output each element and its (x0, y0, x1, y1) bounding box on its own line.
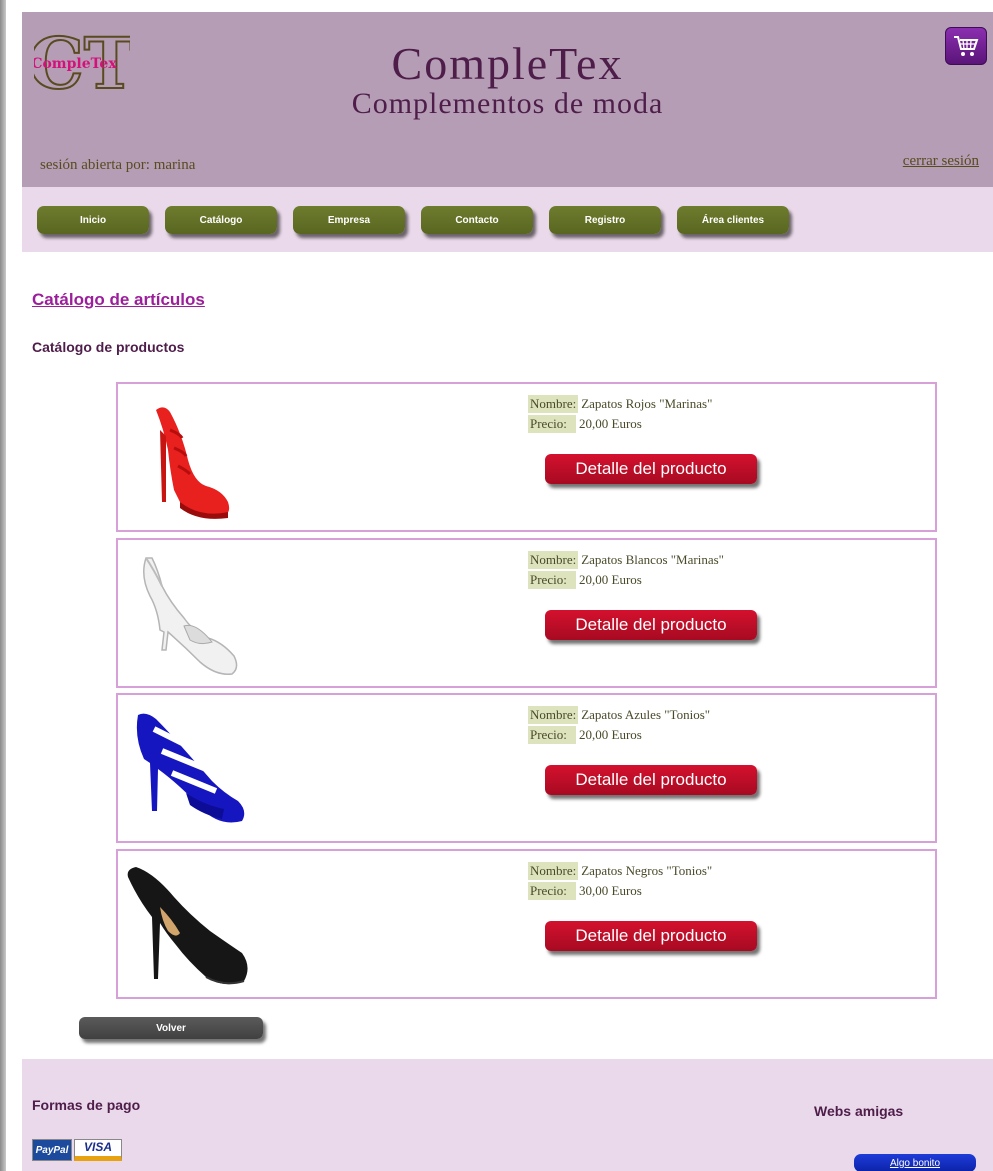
product-card: Nombre: Zapatos Rojos "Marinas" Precio: … (116, 382, 937, 532)
nav-registro[interactable]: Registro (549, 206, 661, 234)
name-label: Nombre: (528, 862, 579, 880)
back-button[interactable]: Volver (79, 1017, 263, 1039)
nav-catalogo[interactable]: Catálogo (165, 206, 277, 234)
section-title: Catálogo de productos (32, 339, 185, 355)
product-name: Zapatos Rojos "Marinas" (581, 396, 713, 411)
site-header: CT CompleTex CompleTex Complementos de m… (22, 12, 993, 187)
main-nav: Inicio Catálogo Empresa Contacto Registr… (22, 187, 993, 252)
visa-icon: VISA (74, 1139, 122, 1161)
nav-inicio[interactable]: Inicio (37, 206, 149, 234)
nav-contacto[interactable]: Contacto (421, 206, 533, 234)
page: CT CompleTex CompleTex Complementos de m… (22, 12, 993, 1171)
page-title[interactable]: Catálogo de artículos (32, 290, 205, 310)
product-price: 20,00 Euros (579, 727, 642, 742)
price-label: Precio: (528, 726, 576, 744)
product-detail-button[interactable]: Detalle del producto (545, 921, 757, 951)
shopping-cart-icon (954, 36, 979, 56)
name-label: Nombre: (528, 706, 579, 724)
price-label: Precio: (528, 571, 576, 589)
nav-empresa[interactable]: Empresa (293, 206, 405, 234)
black-pump-shoe-image (127, 867, 248, 985)
nav-area-clientes[interactable]: Área clientes (677, 206, 789, 234)
name-label: Nombre: (528, 395, 579, 413)
product-price: 30,00 Euros (579, 883, 642, 898)
window-edge (0, 0, 6, 1171)
blue-strappy-shoe-image (136, 713, 245, 823)
name-label: Nombre: (528, 551, 579, 569)
session-info: sesión abierta por: marina (40, 157, 196, 173)
site-title: CompleTex (391, 38, 624, 89)
cart-button[interactable] (945, 27, 987, 65)
product-info: Nombre: Zapatos Negros "Tonios" Precio: … (528, 861, 712, 901)
white-slingback-shoe-image (143, 557, 238, 675)
price-label: Precio: (528, 415, 576, 433)
product-info: Nombre: Zapatos Azules "Tonios" Precio: … (528, 705, 710, 745)
product-price: 20,00 Euros (579, 572, 642, 587)
price-label: Precio: (528, 882, 576, 900)
product-name: Zapatos Blancos "Marinas" (581, 552, 724, 567)
product-card: Nombre: Zapatos Blancos "Marinas" Precio… (116, 538, 937, 688)
payment-methods-title: Formas de pago (32, 1097, 141, 1113)
friend-sites-title: Webs amigas (814, 1103, 904, 1119)
product-price: 20,00 Euros (579, 416, 642, 431)
product-card: Nombre: Zapatos Negros "Tonios" Precio: … (116, 849, 937, 999)
friend-site-link[interactable]: Algo bonito (854, 1154, 976, 1171)
product-info: Nombre: Zapatos Rojos "Marinas" Precio: … (528, 394, 712, 434)
product-detail-button[interactable]: Detalle del producto (545, 765, 757, 795)
site-footer: Formas de pago PayPal VISA Webs amigas A… (22, 1059, 993, 1171)
product-name: Zapatos Negros "Tonios" (581, 863, 713, 878)
logout-link[interactable]: cerrar sesión (903, 153, 979, 170)
product-detail-button[interactable]: Detalle del producto (545, 454, 757, 484)
product-info: Nombre: Zapatos Blancos "Marinas" Precio… (528, 550, 724, 590)
product-name: Zapatos Azules "Tonios" (581, 707, 711, 722)
product-detail-button[interactable]: Detalle del producto (545, 610, 757, 640)
red-heel-shoe-image (156, 407, 230, 519)
product-card: Nombre: Zapatos Azules "Tonios" Precio: … (116, 693, 937, 843)
paypal-icon: PayPal (32, 1139, 72, 1161)
site-subtitle: Complementos de moda (351, 87, 664, 120)
